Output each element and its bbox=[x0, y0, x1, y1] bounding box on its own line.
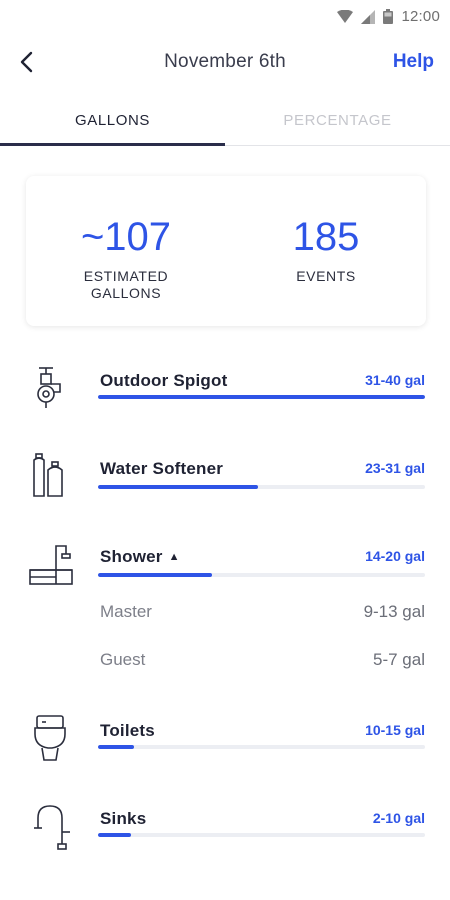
tab-percentage[interactable]: PERCENTAGE bbox=[225, 100, 450, 146]
summary-card: ~107 ESTIMATED GALLONS 185 EVENTS bbox=[26, 176, 426, 326]
category-name: Outdoor Spigot bbox=[100, 371, 228, 390]
estimated-gallons-label-line2: GALLONS bbox=[90, 285, 162, 301]
battery-icon bbox=[383, 9, 394, 24]
help-link[interactable]: Help bbox=[393, 51, 434, 73]
sink-faucet-icon bbox=[34, 805, 70, 850]
estimated-gallons-label: ESTIMATED GALLONS bbox=[66, 268, 186, 302]
category-range: 31-40 gal bbox=[365, 372, 425, 388]
active-tab-indicator bbox=[0, 143, 225, 146]
subcategory-name: Guest bbox=[100, 650, 146, 669]
usage-bar-fill bbox=[98, 833, 131, 837]
usage-bar bbox=[98, 833, 425, 837]
caret-up-icon[interactable]: ▲ bbox=[169, 551, 180, 563]
events-value: 185 bbox=[292, 215, 360, 259]
tab-gallons[interactable]: GALLONS bbox=[0, 100, 225, 146]
category-name-row: Shower ▲ bbox=[100, 547, 180, 567]
category-range: 2-10 gal bbox=[372, 810, 425, 826]
events-label: EVENTS bbox=[296, 268, 356, 284]
subcategory-guest[interactable]: Guest 5-7 gal bbox=[100, 650, 425, 670]
estimated-gallons-stat: ~107 ESTIMATED GALLONS bbox=[66, 216, 186, 302]
subcategory-range: 5-7 gal bbox=[373, 650, 425, 669]
category-range: 14-20 gal bbox=[365, 548, 425, 564]
signal-icon bbox=[361, 9, 376, 24]
tab-bar: GALLONS PERCENTAGE bbox=[0, 100, 450, 146]
category-range: 10-15 gal bbox=[365, 722, 425, 738]
category-name: Toilets bbox=[100, 721, 155, 740]
usage-bar-fill bbox=[98, 485, 259, 489]
usage-bar bbox=[98, 485, 425, 489]
shower-icon bbox=[29, 545, 73, 585]
usage-bar bbox=[98, 745, 425, 749]
wifi-icon bbox=[337, 9, 354, 23]
subcategory-range: 9-13 gal bbox=[363, 602, 425, 621]
usage-bar bbox=[98, 395, 425, 399]
status-icons: 12:00 bbox=[337, 8, 440, 25]
estimated-gallons-value: ~107 bbox=[80, 215, 172, 259]
usage-bar bbox=[98, 573, 425, 577]
usage-bar-fill bbox=[98, 395, 425, 399]
category-range: 23-31 gal bbox=[365, 460, 425, 476]
category-name: Shower bbox=[100, 547, 163, 566]
estimated-gallons-label-line1: ESTIMATED bbox=[83, 268, 169, 284]
usage-bar-fill bbox=[98, 573, 213, 577]
water-softener-icon bbox=[33, 453, 63, 497]
category-name: Sinks bbox=[100, 809, 147, 828]
header: November 6th Help bbox=[0, 40, 450, 90]
outdoor-spigot-icon bbox=[37, 367, 61, 408]
subcategory-master[interactable]: Master 9-13 gal bbox=[100, 602, 425, 622]
page-title: November 6th bbox=[164, 51, 286, 72]
toilet-icon bbox=[34, 715, 66, 761]
status-time: 12:00 bbox=[401, 8, 440, 25]
events-stat: 185 EVENTS bbox=[266, 216, 386, 285]
status-bar: 12:00 bbox=[0, 0, 450, 34]
usage-bar-fill bbox=[98, 745, 134, 749]
subcategory-name: Master bbox=[100, 602, 152, 621]
category-name: Water Softener bbox=[100, 459, 224, 478]
